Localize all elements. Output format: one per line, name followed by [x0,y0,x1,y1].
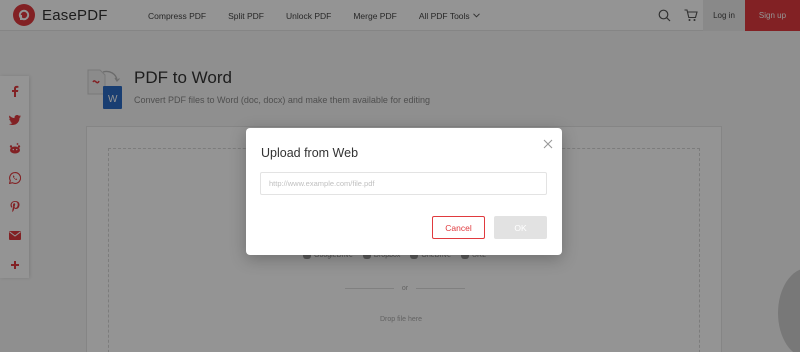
close-icon[interactable] [542,138,553,149]
dialog-title: Upload from Web [261,146,359,160]
ok-button[interactable]: OK [494,216,547,239]
cancel-button[interactable]: Cancel [432,216,485,239]
url-input[interactable] [260,172,547,195]
upload-from-web-dialog: Upload from Web Cancel OK [246,128,562,255]
